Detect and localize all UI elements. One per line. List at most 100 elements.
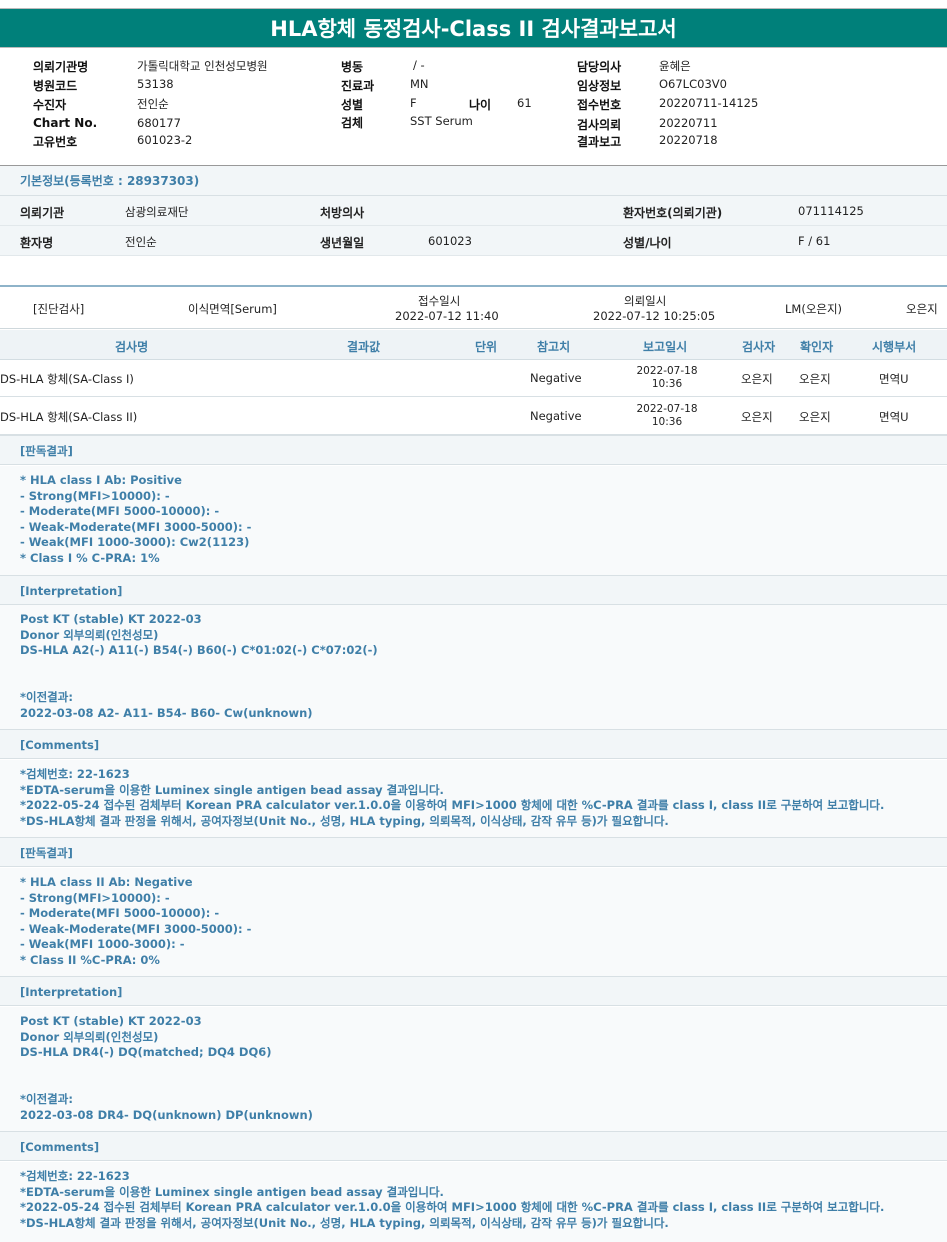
header-value: SST Serum (410, 114, 473, 128)
column-header: 확인자 (800, 340, 834, 354)
header-value: 20220711 (659, 116, 718, 130)
diagnosis-row: [진단검사] 이식면역[Serum] 접수일시 2022-07-12 11:40… (0, 289, 947, 329)
report-time: 10:36 (651, 416, 683, 428)
basic-info-label: 성별/나이 (623, 236, 672, 250)
column-header: 보고일시 (643, 340, 688, 354)
tester: 오은지 (741, 372, 773, 386)
section-line: *EDTA-serum을 이용한 Luminex single antigen … (20, 1184, 444, 1199)
section-line: DS-HLA A2(-) A11(-) B54(-) B60(-) C*01:0… (20, 643, 378, 658)
section-line (20, 659, 947, 675)
section-line: Post KT (stable) KT 2022-03 (20, 612, 202, 626)
section-heading: [Interpretation] (0, 976, 947, 1006)
header-label: 검체 (341, 116, 364, 130)
header-value: 61 (517, 96, 532, 110)
basic-info-value: 071114125 (798, 204, 864, 218)
table-row[interactable]: DS-HLA 항체(SA-Class II) Negative 2022-07-… (0, 398, 947, 435)
test-name: DS-HLA 항체(SA-Class II) (0, 410, 138, 424)
spacer-row (0, 257, 947, 287)
section-line: *DS-HLA항체 결과 판정을 위해서, 공여자정보(Unit No., 성명… (20, 1215, 669, 1230)
basic-info-row: 의뢰기관 삼광의료재단 처방의사 환자번호(의뢰기관) 071114125 (0, 196, 947, 226)
header-label: 임상정보 (577, 79, 622, 93)
results-table-header: 검사명 결과값 단위 참고치 보고일시 검사자 확인자 시행부서 (0, 330, 947, 360)
report-date: 2022-07-18 (636, 365, 698, 377)
basic-info-value: 전인순 (125, 235, 157, 249)
section-heading: [Comments] (0, 729, 947, 759)
section-body: Post KT (stable) KT 2022-03 Donor 외부의뢰(인… (0, 605, 947, 729)
column-header: 시행부서 (872, 340, 917, 354)
section-line: *EDTA-serum을 이용한 Luminex single antigen … (20, 782, 444, 797)
section-line: *검체번호: 22-1623 (20, 1169, 130, 1183)
section-line: - Moderate(MFI 5000-10000): - (20, 504, 220, 519)
section-heading: [판독결과] (0, 435, 947, 465)
section-body: * HLA class I Ab: Positive - Strong(MFI>… (0, 466, 947, 576)
diagnosis-label: [진단검사] (33, 302, 85, 316)
header-value: F (410, 96, 417, 110)
basic-info-value: 601023 (428, 234, 472, 248)
column-header: 검사자 (742, 340, 776, 354)
section-line: - Weak-Moderate(MFI 3000-5000): - (20, 921, 252, 936)
header-label: 성별 (341, 98, 364, 112)
header-value: MN (410, 77, 429, 91)
section-line: DS-HLA DR4(-) DQ(matched; DQ4 DQ6) (20, 1045, 272, 1060)
section-line: *2022-05-24 접수된 검체부터 Korean PRA calculat… (20, 1200, 885, 1215)
section-line (20, 1061, 947, 1077)
section-line: *검체번호: 22-1623 (20, 767, 130, 781)
header-label: 고유번호 (33, 135, 78, 149)
header-label: 결과보고 (577, 135, 622, 149)
header-value: 윤혜은 (659, 59, 691, 73)
basic-info-value: F / 61 (798, 234, 831, 248)
section-line: - Strong(MFI>10000): - (20, 890, 170, 905)
checker: 오은지 (799, 372, 831, 386)
header-value: O67LC03V0 (659, 77, 727, 91)
requested-label: 의뢰일시 (624, 294, 667, 308)
diagnosis-dept: 이식면역[Serum] (188, 302, 277, 316)
section-line: - Strong(MFI>10000): - (20, 488, 170, 503)
header-value: 가톨릭대학교 인천성모병원 (137, 59, 268, 73)
basic-info-label: 환자명 (20, 236, 54, 250)
header-label: 병원코드 (33, 79, 78, 93)
header-label: 검사의뢰 (577, 118, 622, 132)
section-line: Post KT (stable) KT 2022-03 (20, 1014, 202, 1028)
header-label: Chart No. (33, 116, 98, 130)
header-value: 20220711-14125 (659, 96, 759, 110)
header-label: 수진자 (33, 98, 67, 112)
received-datetime: 2022-07-12 11:40 (395, 309, 499, 323)
section-line: - Moderate(MFI 5000-10000): - (20, 906, 220, 921)
section-line: Donor 외부의뢰(인천성모) (20, 1029, 159, 1044)
header-label: 담당의사 (577, 60, 622, 74)
section-heading: [판독결과] (0, 837, 947, 867)
report-date: 2022-07-18 (636, 403, 698, 415)
basic-info-row: 환자명 전인순 생년월일 601023 성별/나이 F / 61 (0, 226, 947, 256)
basic-info-value: 삼광의료재단 (125, 205, 189, 219)
header-label: 나이 (469, 98, 492, 112)
section-line: *2022-05-24 접수된 검체부터 Korean PRA calculat… (20, 798, 885, 813)
section-line: 2022-03-08 DR4- DQ(unknown) DP(unknown) (20, 1107, 313, 1122)
header-value: 53138 (137, 77, 174, 91)
header-label: 진료과 (341, 79, 375, 93)
diagnosis-doctor: LM(오은지) (785, 302, 843, 316)
table-row[interactable]: DS-HLA 항체(SA-Class I) Negative 2022-07-1… (0, 360, 947, 397)
column-header: 검사명 (115, 340, 149, 354)
column-header: 결과값 (347, 340, 381, 354)
section-line: - Weak(MFI 1000-3000): - (20, 937, 185, 952)
basic-info-label: 처방의사 (320, 206, 365, 220)
section-line: * Class II %C-PRA: 0% (20, 952, 160, 967)
header-value: 전인순 (137, 97, 169, 111)
header-label: 접수번호 (577, 98, 622, 112)
section-body: Post KT (stable) KT 2022-03 Donor 외부의뢰(인… (0, 1007, 947, 1131)
reference-value: Negative (530, 371, 582, 385)
section-body: *검체번호: 22-1623 *EDTA-serum을 이용한 Luminex … (0, 760, 947, 838)
department: 면역U (879, 410, 909, 424)
basic-info-heading: 기본정보(등록번호 : 28937303) (0, 166, 947, 196)
section-heading: [Interpretation] (0, 575, 947, 605)
test-name: DS-HLA 항체(SA-Class I) (0, 372, 134, 386)
section-line: - Weak-Moderate(MFI 3000-5000): - (20, 519, 252, 534)
header-label: 병동 (341, 60, 364, 74)
header-value: 601023-2 (137, 133, 193, 147)
tester: 오은지 (741, 410, 773, 424)
checker: 오은지 (799, 410, 831, 424)
header-value: / - (413, 58, 425, 72)
report-time: 10:36 (651, 378, 683, 390)
section-line: 2022-03-08 A2- A11- B54- B60- Cw(unknown… (20, 705, 313, 720)
report-header: 의뢰기관명 가톨릭대학교 인천성모병원 병원코드 53138 수진자 전인순 C… (0, 56, 947, 164)
